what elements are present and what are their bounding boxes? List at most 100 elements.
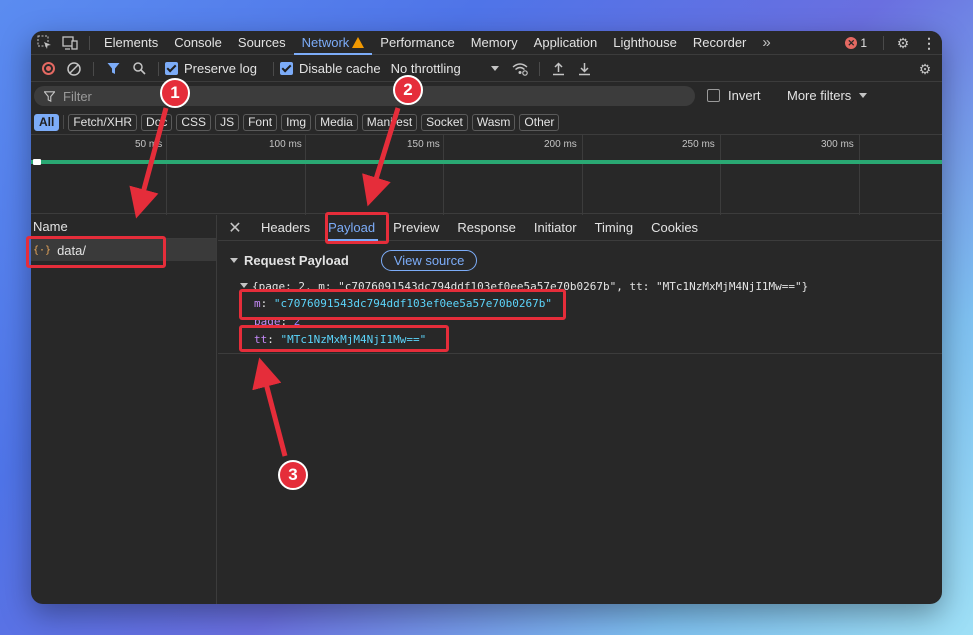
filter-input[interactable]: Filter [34, 86, 695, 106]
tab-sources[interactable]: Sources [230, 31, 294, 55]
close-icon[interactable]: ✕ [218, 215, 252, 241]
export-har-button[interactable] [572, 56, 598, 82]
type-filter-doc[interactable]: Doc [141, 113, 173, 131]
more-filters-dropdown[interactable]: More filters [787, 88, 868, 103]
timeline-tick-label: 300 ms [821, 139, 854, 150]
clear-button[interactable] [61, 56, 87, 82]
checkbox-checked [165, 62, 178, 75]
annotation-highlight-request-row [26, 236, 166, 268]
type-filter-js[interactable]: JS [215, 113, 240, 131]
divider [93, 61, 94, 76]
timeline-tick-label: 250 ms [682, 139, 715, 150]
kebab-menu-icon[interactable]: ⋮ [916, 31, 942, 55]
network-conditions-button[interactable] [507, 56, 533, 82]
timeline-tick-label: 200 ms [544, 139, 577, 150]
device-toolbar-icon[interactable] [57, 31, 83, 55]
annotation-highlight-tt-value [239, 325, 449, 352]
expand-triangle-icon [230, 257, 238, 263]
annotation-step-2: 2 [393, 75, 423, 105]
more-filters-label: More filters [787, 88, 852, 103]
network-settings-button[interactable]: ⚙ [912, 56, 938, 82]
search-button[interactable] [126, 56, 152, 82]
wifi-settings-icon [512, 62, 528, 76]
disable-cache-checkbox[interactable]: Disable cache [279, 61, 381, 76]
inspect-element-icon[interactable] [31, 31, 57, 55]
section-title: Request Payload [244, 252, 349, 268]
network-toolbar: Preserve log Disable cache No throttling… [31, 56, 942, 82]
annotation-step-1: 1 [160, 78, 190, 108]
annotation-highlight-payload-tab [325, 212, 389, 244]
resource-type-filters: All Fetch/XHR Doc CSS JS Font Img Media … [31, 111, 942, 133]
timeline-gridline [859, 135, 860, 215]
filter-placeholder: Filter [63, 88, 92, 104]
invert-label: Invert [728, 88, 761, 103]
funnel-icon [107, 63, 119, 74]
tab-elements[interactable]: Elements [96, 31, 166, 55]
tab-cookies[interactable]: Cookies [642, 215, 707, 241]
divider [89, 35, 90, 50]
filter-toggle-button[interactable] [100, 56, 126, 82]
throttling-select[interactable]: No throttling [391, 61, 499, 76]
tab-recorder[interactable]: Recorder [685, 31, 754, 55]
checkbox-checked [279, 62, 293, 75]
annotation-step-3: 3 [278, 460, 308, 490]
tab-lighthouse[interactable]: Lighthouse [605, 31, 685, 55]
devtools-tab-bar: Elements Console Sources Network Perform… [31, 31, 942, 55]
record-icon [41, 62, 55, 75]
chevron-down-icon [859, 93, 868, 98]
gear-icon[interactable]: ⚙ [890, 31, 916, 55]
funnel-icon [44, 90, 55, 102]
timeline-gridline [305, 135, 306, 215]
tab-initiator[interactable]: Initiator [525, 215, 586, 241]
clear-icon [67, 61, 81, 76]
request-payload-header[interactable]: Request Payload View source [230, 249, 942, 271]
tab-console[interactable]: Console [166, 31, 230, 55]
more-tabs-button[interactable]: » [754, 31, 778, 55]
timeline-request-marker [33, 159, 41, 165]
error-icon: ✕ [845, 37, 858, 49]
divider [538, 61, 540, 76]
type-filter-socket[interactable]: Socket [421, 113, 468, 131]
search-icon [132, 62, 146, 75]
expand-triangle-icon [240, 283, 248, 288]
timeline-gridline [582, 135, 583, 215]
tab-network-label: Network [301, 34, 350, 50]
type-filter-other[interactable]: Other [519, 113, 560, 131]
checkbox-unchecked [707, 89, 720, 102]
tab-network[interactable]: Network [293, 31, 373, 55]
divider [272, 61, 274, 76]
tab-timing[interactable]: Timing [586, 215, 643, 241]
timeline-overview[interactable]: 50 ms 100 ms 150 ms 200 ms 250 ms 300 ms [31, 134, 942, 215]
download-icon [579, 62, 591, 75]
preserve-log-checkbox[interactable]: Preserve log [165, 61, 257, 76]
type-filter-manifest[interactable]: Manifest [361, 113, 418, 131]
type-filter-css[interactable]: CSS [176, 113, 212, 131]
error-count-badge[interactable]: ✕ 1 [845, 36, 867, 50]
type-filter-font[interactable]: Font [243, 113, 278, 131]
timeline-gridline [166, 135, 167, 215]
tab-application[interactable]: Application [526, 31, 606, 55]
type-filter-fetch-xhr[interactable]: Fetch/XHR [68, 113, 138, 131]
type-filter-img[interactable]: Img [281, 113, 312, 131]
error-count: 1 [860, 36, 867, 50]
timeline-tick-label: 50 ms [135, 139, 163, 150]
warning-icon [352, 36, 365, 48]
timeline-gridline [720, 135, 721, 215]
tab-memory[interactable]: Memory [463, 31, 526, 55]
type-filter-media[interactable]: Media [315, 113, 358, 131]
tab-preview[interactable]: Preview [384, 215, 448, 241]
throttling-value: No throttling [390, 61, 461, 76]
type-filter-wasm[interactable]: Wasm [471, 113, 516, 131]
record-button[interactable] [35, 56, 61, 82]
annotation-highlight-m-value [239, 289, 566, 320]
disable-cache-label: Disable cache [298, 61, 381, 76]
view-source-button[interactable]: View source [380, 249, 478, 271]
tab-performance[interactable]: Performance [372, 31, 462, 55]
tab-headers[interactable]: Headers [252, 215, 319, 241]
tab-response[interactable]: Response [448, 215, 525, 241]
import-har-button[interactable] [546, 56, 572, 82]
type-filter-all[interactable]: All [34, 113, 60, 131]
invert-checkbox[interactable]: Invert [707, 88, 761, 103]
timeline-gridline [443, 135, 444, 215]
timeline-activity-bar [31, 160, 942, 164]
